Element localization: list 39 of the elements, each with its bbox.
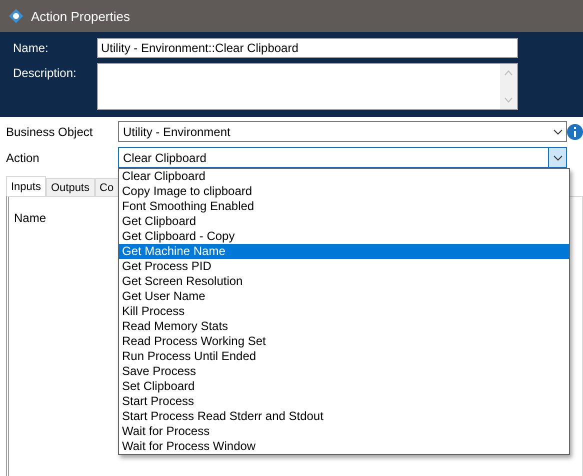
- dropdown-option[interactable]: Read Memory Stats: [119, 319, 569, 334]
- column-header: Name: [14, 211, 46, 225]
- description-field[interactable]: [97, 63, 518, 110]
- tab[interactable]: Co: [94, 178, 119, 196]
- action-label: Action: [6, 150, 40, 164]
- app-logo-icon: [9, 9, 23, 23]
- chevron-down-icon: [552, 128, 562, 134]
- dropdown-option[interactable]: Get Screen Resolution: [119, 274, 569, 289]
- description-label: Description:: [13, 65, 78, 82]
- dropdown-option[interactable]: Start Process: [119, 394, 569, 409]
- dropdown-option[interactable]: Read Process Working Set: [119, 334, 569, 349]
- name-field[interactable]: Utility - Environment::Clear Clipboard: [97, 38, 518, 58]
- dropdown-option[interactable]: Copy Image to clipboard: [119, 184, 569, 199]
- dropdown-option[interactable]: Get User Name: [119, 289, 569, 304]
- dropdown-option[interactable]: Clear Clipboard: [119, 169, 569, 184]
- dropdown-option[interactable]: Get Clipboard: [119, 214, 569, 229]
- tab[interactable]: Outputs: [46, 178, 94, 196]
- dropdown-option[interactable]: Wait for Process Window: [119, 439, 569, 454]
- scroll-down-icon[interactable]: [504, 97, 513, 103]
- dropdown-option[interactable]: Wait for Process: [119, 424, 569, 439]
- scroll-up-icon[interactable]: [504, 70, 513, 76]
- dropdown-option[interactable]: Get Machine Name: [119, 244, 569, 259]
- name-label: Name:: [13, 40, 50, 57]
- dropdown-option[interactable]: Font Smoothing Enabled: [119, 199, 569, 214]
- chevron-down-icon: [552, 154, 562, 160]
- dropdown-option[interactable]: Kill Process: [119, 304, 569, 319]
- window-title: Action Properties: [31, 8, 130, 24]
- dropdown-option[interactable]: Run Process Until Ended: [119, 349, 569, 364]
- dropdown-option[interactable]: Save Process: [119, 364, 569, 379]
- business-object-dropdown[interactable]: Utility - Environment: [118, 121, 567, 142]
- scrollbar[interactable]: [500, 64, 517, 109]
- dropdown-option[interactable]: Get Process PID: [119, 259, 569, 274]
- dropdown-option[interactable]: Start Process Read Stderr and Stdout: [119, 409, 569, 424]
- action-dropdown[interactable]: Clear Clipboard: [118, 147, 567, 168]
- dropdown-option[interactable]: Get Clipboard - Copy: [119, 229, 569, 244]
- tab[interactable]: Inputs: [6, 176, 46, 196]
- business-object-label: Business Object: [6, 124, 94, 138]
- dropdown-option[interactable]: Set Clipboard: [119, 379, 569, 394]
- info-icon[interactable]: [567, 124, 583, 140]
